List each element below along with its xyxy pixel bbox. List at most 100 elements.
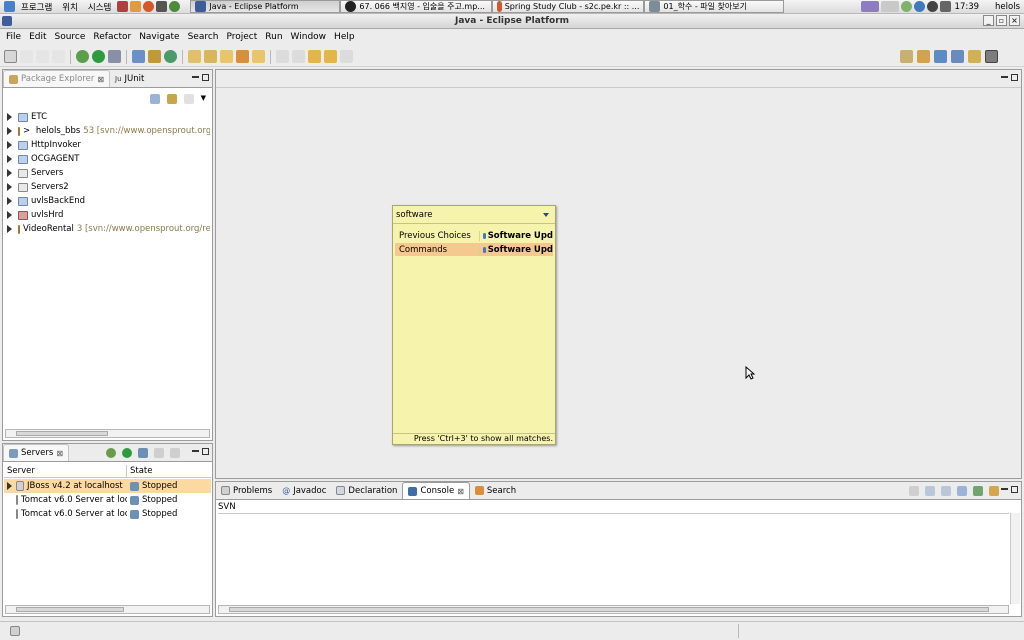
open-task-icon[interactable]	[252, 50, 265, 63]
maximize-button[interactable]: ▫	[996, 15, 1007, 26]
minimize-icon[interactable]	[1001, 76, 1008, 78]
tree-item[interactable]: VideoRental 3 [svn://www.opensprout.org/r…	[5, 222, 210, 236]
back-icon[interactable]	[324, 50, 337, 63]
tree-item[interactable]: OCGAGENT	[5, 152, 210, 166]
next-annotation-icon[interactable]	[276, 50, 289, 63]
external-tools-icon[interactable]	[108, 50, 121, 63]
workspace-switcher-icon[interactable]	[880, 1, 899, 12]
print-icon[interactable]	[52, 50, 65, 63]
menu-help[interactable]: Help	[330, 32, 359, 42]
save-icon[interactable]	[20, 50, 33, 63]
tab-javadoc[interactable]: @ Javadoc	[277, 482, 331, 499]
close-icon[interactable]: ⊠	[457, 487, 464, 496]
horizontal-scrollbar[interactable]	[5, 429, 210, 438]
new-icon[interactable]	[4, 50, 17, 63]
previous-annotation-icon[interactable]	[292, 50, 305, 63]
launcher-icon[interactable]	[169, 1, 181, 12]
new-class-icon[interactable]	[164, 50, 177, 63]
expand-arrow-icon[interactable]	[7, 155, 12, 163]
scrollbar-thumb[interactable]	[16, 431, 108, 436]
tree-item[interactable]: > helols_bbs 53 [svn://www.opensprout.org…	[5, 124, 210, 138]
horizontal-scrollbar[interactable]	[218, 605, 1009, 614]
open-folder-icon[interactable]	[220, 50, 233, 63]
expand-arrow-icon[interactable]	[7, 211, 12, 219]
perspective-icon[interactable]	[968, 50, 981, 63]
close-button[interactable]: ×	[1009, 15, 1020, 26]
forward-icon[interactable]	[340, 50, 353, 63]
tab-package-explorer[interactable]: Package Explorer ⊠	[3, 70, 111, 87]
tab-declaration[interactable]: Declaration	[331, 482, 402, 499]
maximize-icon[interactable]	[1011, 486, 1018, 493]
tree-item[interactable]: ETC	[5, 110, 210, 124]
open-console-icon[interactable]	[973, 486, 983, 496]
open-type-icon[interactable]	[188, 50, 201, 63]
column-header-state[interactable]: State	[127, 465, 153, 477]
menu-window[interactable]: Window	[287, 32, 331, 42]
expand-arrow-icon[interactable]	[7, 183, 12, 191]
menu-project[interactable]: Project	[222, 32, 261, 42]
gnome-menu-places[interactable]: 위치	[58, 1, 82, 13]
view-menu-icon[interactable]: ▼	[201, 94, 206, 104]
menu-source[interactable]: Source	[51, 32, 90, 42]
pin-console-icon[interactable]	[941, 486, 951, 496]
tree-item[interactable]: uvlsHrd	[5, 208, 210, 222]
update-icon[interactable]	[913, 1, 925, 12]
tree-item[interactable]: uvlsBackEnd	[5, 194, 210, 208]
expand-arrow-icon[interactable]	[7, 113, 12, 121]
tab-console[interactable]: Console ⊠	[402, 482, 470, 499]
debug-server-icon[interactable]	[106, 448, 116, 458]
scroll-lock-icon[interactable]	[925, 486, 935, 496]
gnome-menu-applications[interactable]: 프로그램	[17, 1, 56, 13]
open-resource-icon[interactable]	[204, 50, 217, 63]
open-perspective-icon[interactable]	[900, 50, 913, 63]
save-all-icon[interactable]	[36, 50, 49, 63]
tab-problems[interactable]: Problems	[216, 482, 277, 499]
column-header-server[interactable]: Server	[4, 465, 127, 477]
debug-icon[interactable]	[76, 50, 89, 63]
tab-search[interactable]: Search	[470, 482, 521, 499]
expand-arrow-icon[interactable]	[7, 482, 12, 490]
tree-item[interactable]: Servers	[5, 166, 210, 180]
minimize-icon[interactable]	[1001, 488, 1008, 490]
quick-access-row[interactable]: Commands Software Upd	[395, 243, 553, 256]
menu-run[interactable]: Run	[261, 32, 286, 42]
expand-arrow-icon[interactable]	[7, 141, 12, 149]
minimize-icon[interactable]	[192, 450, 199, 452]
java-perspective-icon[interactable]	[985, 50, 998, 63]
console-output[interactable]	[218, 513, 1009, 604]
last-edit-icon[interactable]	[308, 50, 321, 63]
dropdown-arrow-icon[interactable]	[543, 213, 549, 217]
start-server-icon[interactable]	[122, 448, 132, 458]
tab-servers[interactable]: Servers ⊠	[3, 444, 70, 461]
taskbar-item-browser[interactable]: Spring Study Club - s2c.pe.kr :: ...	[492, 0, 645, 13]
minimize-button[interactable]: _	[983, 15, 994, 26]
tree-item[interactable]: HttpInvoker	[5, 138, 210, 152]
vertical-scrollbar[interactable]	[1010, 513, 1020, 604]
perspective-icon[interactable]	[951, 50, 964, 63]
horizontal-scrollbar[interactable]	[5, 605, 210, 614]
perspective-icon[interactable]	[917, 50, 930, 63]
close-icon[interactable]: ⊠	[56, 449, 63, 458]
gnome-foot-icon[interactable]	[4, 1, 15, 12]
menu-edit[interactable]: Edit	[25, 32, 50, 42]
taskbar-item-music[interactable]: 67. 066 백지영 - 입술을 주고.mp...	[340, 0, 493, 13]
scrollbar-thumb[interactable]	[229, 607, 989, 612]
perspective-icon[interactable]	[934, 50, 947, 63]
scrollbar-thumb[interactable]	[16, 607, 124, 612]
new-java-project-icon[interactable]	[132, 50, 145, 63]
collapse-all-icon[interactable]	[149, 94, 160, 104]
maximize-icon[interactable]	[202, 448, 209, 455]
table-row[interactable]: Tomcat v6.0 Server at loc Stopped	[4, 507, 211, 521]
tab-junit[interactable]: Ju JUnit	[110, 70, 149, 87]
expand-arrow-icon[interactable]	[7, 225, 12, 233]
profile-server-icon[interactable]	[138, 448, 148, 458]
expand-arrow-icon[interactable]	[7, 197, 12, 205]
clock[interactable]: 17:39	[955, 2, 980, 12]
link-with-editor-icon[interactable]	[166, 94, 177, 104]
gnome-menu-system[interactable]: 시스템	[84, 1, 115, 13]
filter-icon[interactable]	[183, 94, 194, 104]
network-icon[interactable]	[900, 1, 912, 12]
minimize-icon[interactable]	[192, 76, 199, 78]
user-icon[interactable]	[926, 1, 938, 12]
search-icon[interactable]	[236, 50, 249, 63]
